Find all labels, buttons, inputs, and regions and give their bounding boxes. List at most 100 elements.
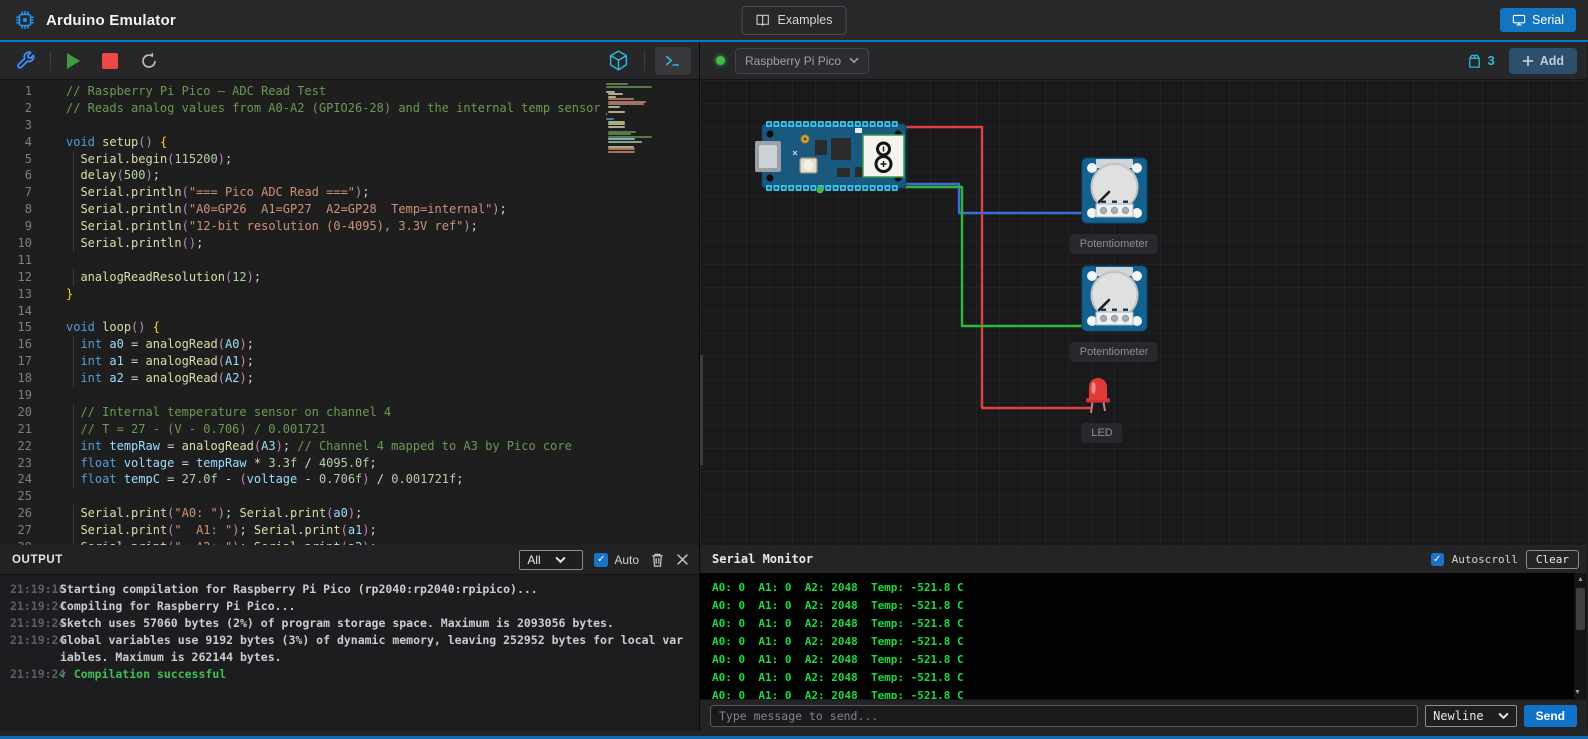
line-ending-select[interactable]: Newline [1425,705,1517,727]
potentiometer[interactable] [1082,266,1147,331]
code-line[interactable]: 22 int tempRaw = analogRead(A3); // Chan… [0,438,699,455]
code-text: Serial.print("A0: "); Serial.print(a0); [48,505,362,522]
minimap-line [608,98,634,100]
send-button[interactable]: Send [1524,705,1577,727]
wire-red[interactable] [900,127,1091,408]
add-part-button[interactable]: Add [1509,48,1577,74]
minimap-line [608,106,620,108]
minimap-line [606,86,652,88]
code-line[interactable]: 14 [0,303,699,320]
autoscroll-checkbox[interactable]: ✓ [1431,553,1444,566]
autoscroll-label: Autoscroll [1452,553,1518,566]
line-number: 6 [0,167,48,184]
code-line[interactable]: 7 Serial.println("=== Pico ADC Read ==="… [0,184,699,201]
code-line[interactable]: 8 Serial.println("A0=GP26 A1=GP27 A2=GP2… [0,201,699,218]
run-button[interactable] [63,49,84,73]
code-text: // Raspberry Pi Pico — ADC Read Test [48,83,326,100]
scroll-up-icon[interactable]: ▲ [1574,573,1587,586]
code-line[interactable]: 10 Serial.println(); [0,235,699,252]
serial-terminal[interactable]: A0: 0 A1: 0 A2: 2048 Temp: -521.8 CA0: 0… [700,573,1587,699]
close-icon[interactable] [676,553,689,566]
code-line[interactable]: 19 [0,387,699,404]
pico-board[interactable] [755,121,906,193]
code-line[interactable]: 24 float tempC = 27.0f - (voltage - 0.70… [0,471,699,488]
minimap-line [606,83,628,85]
canvas-scrollbar[interactable] [700,355,703,465]
log-entry: 21:19:24Global variables use 9192 bytes … [0,632,699,666]
code-line[interactable]: 21 // T = 27 - (V - 0.706) / 0.001721 [0,421,699,438]
code-line[interactable]: 18 int a2 = analogRead(A2); [0,370,699,387]
code-text: } [48,286,73,303]
code-line[interactable]: 6 delay(500); [0,167,699,184]
code-line[interactable]: 9 Serial.println("12-bit resolution (0-4… [0,218,699,235]
code-text: int a2 = analogRead(A2); [48,370,254,387]
code-text: Serial.println("=== Pico ADC Read ==="); [48,184,370,201]
scroll-thumb[interactable] [1576,588,1585,630]
code-line[interactable]: 28 Serial.print(" A2: "); Serial.print(a… [0,539,699,545]
potentiometer[interactable] [1082,158,1147,223]
code-line[interactable]: 20 // Internal temperature sensor on cha… [0,404,699,421]
minimap-line [606,118,614,120]
wire-blue[interactable] [906,184,1082,213]
serial-toggle-label: Serial [1532,13,1564,27]
stop-icon [102,53,118,69]
code-line[interactable]: 17 int a1 = analogRead(A1); [0,353,699,370]
board-selector[interactable]: Raspberry Pi Pico [735,48,869,74]
line-number: 20 [0,404,48,421]
scroll-down-icon[interactable]: ▼ [1574,686,1587,699]
code-line[interactable]: 13} [0,286,699,303]
code-line[interactable]: 25 [0,488,699,505]
restart-button[interactable] [134,46,164,76]
stop-button[interactable] [98,49,122,73]
code-line[interactable]: 4void setup() { [0,134,699,151]
code-line[interactable]: 3 [0,117,699,134]
output-filter-select[interactable]: All [519,550,583,570]
log-message: Global variables use 9192 bytes (3%) of … [60,632,699,666]
serial-toggle-button[interactable]: Serial [1500,8,1576,32]
app-title: Arduino Emulator [46,12,176,29]
code-editor[interactable]: 1// Raspberry Pi Pico — ADC Read Test2//… [0,80,699,545]
board-selector-value: Raspberry Pi Pico [745,54,841,68]
output-log[interactable]: 21:19:16Starting compilation for Raspber… [0,575,699,731]
code-line[interactable]: 23 float voltage = tempRaw * 3.3f / 4095… [0,455,699,472]
code-line[interactable]: 15void loop() { [0,319,699,336]
minimap-line [608,138,635,140]
wire-green[interactable] [818,187,1082,326]
tools-button[interactable] [10,46,40,76]
3d-view-button[interactable] [603,45,634,76]
minimap[interactable] [606,83,694,159]
terminal-toggle-button[interactable] [655,47,691,75]
code-text: void setup() { [48,134,167,151]
chevron-down-icon [555,556,566,564]
chip-icon [14,9,36,31]
serial-line: A0: 0 A1: 0 A2: 2048 Temp: -521.8 C [712,633,1587,651]
auto-label: Auto [614,553,639,567]
clear-button[interactable]: Clear [1526,550,1579,569]
log-entry: 21:19:24✓ Compilation successful [0,666,699,683]
line-number: 14 [0,303,48,320]
code-text: delay(500); [48,167,160,184]
code-line[interactable]: 26 Serial.print("A0: "); Serial.print(a0… [0,505,699,522]
log-timestamp: 21:19:24 [0,598,60,615]
play-icon [67,53,80,69]
line-number: 16 [0,336,48,353]
serial-message-input[interactable] [710,705,1418,727]
code-line[interactable]: 2// Reads analog values from A0-A2 (GPIO… [0,100,699,117]
code-line[interactable]: 27 Serial.print(" A1: "); Serial.print(a… [0,522,699,539]
line-number: 13 [0,286,48,303]
circuit-canvas[interactable]: PotentiometerPotentiometerLED [700,80,1587,545]
auto-checkbox[interactable]: ✓ [594,553,608,567]
examples-button[interactable]: Examples [742,6,847,35]
code-line[interactable]: 1// Raspberry Pi Pico — ADC Read Test [0,83,699,100]
line-number: 12 [0,269,48,286]
code-line[interactable]: 5 Serial.begin(115200); [0,151,699,168]
code-line[interactable]: 12 analogReadResolution(12); [0,269,699,286]
terminal-scrollbar[interactable]: ▲ ▼ [1574,573,1587,699]
line-number: 18 [0,370,48,387]
minimap-line [608,126,624,128]
code-line[interactable]: 11 [0,252,699,269]
code-text: // T = 27 - (V - 0.706) / 0.001721 [48,421,326,438]
toolbar-separator [50,51,51,71]
code-line[interactable]: 16 int a0 = analogRead(A0); [0,336,699,353]
trash-icon[interactable] [650,552,665,568]
